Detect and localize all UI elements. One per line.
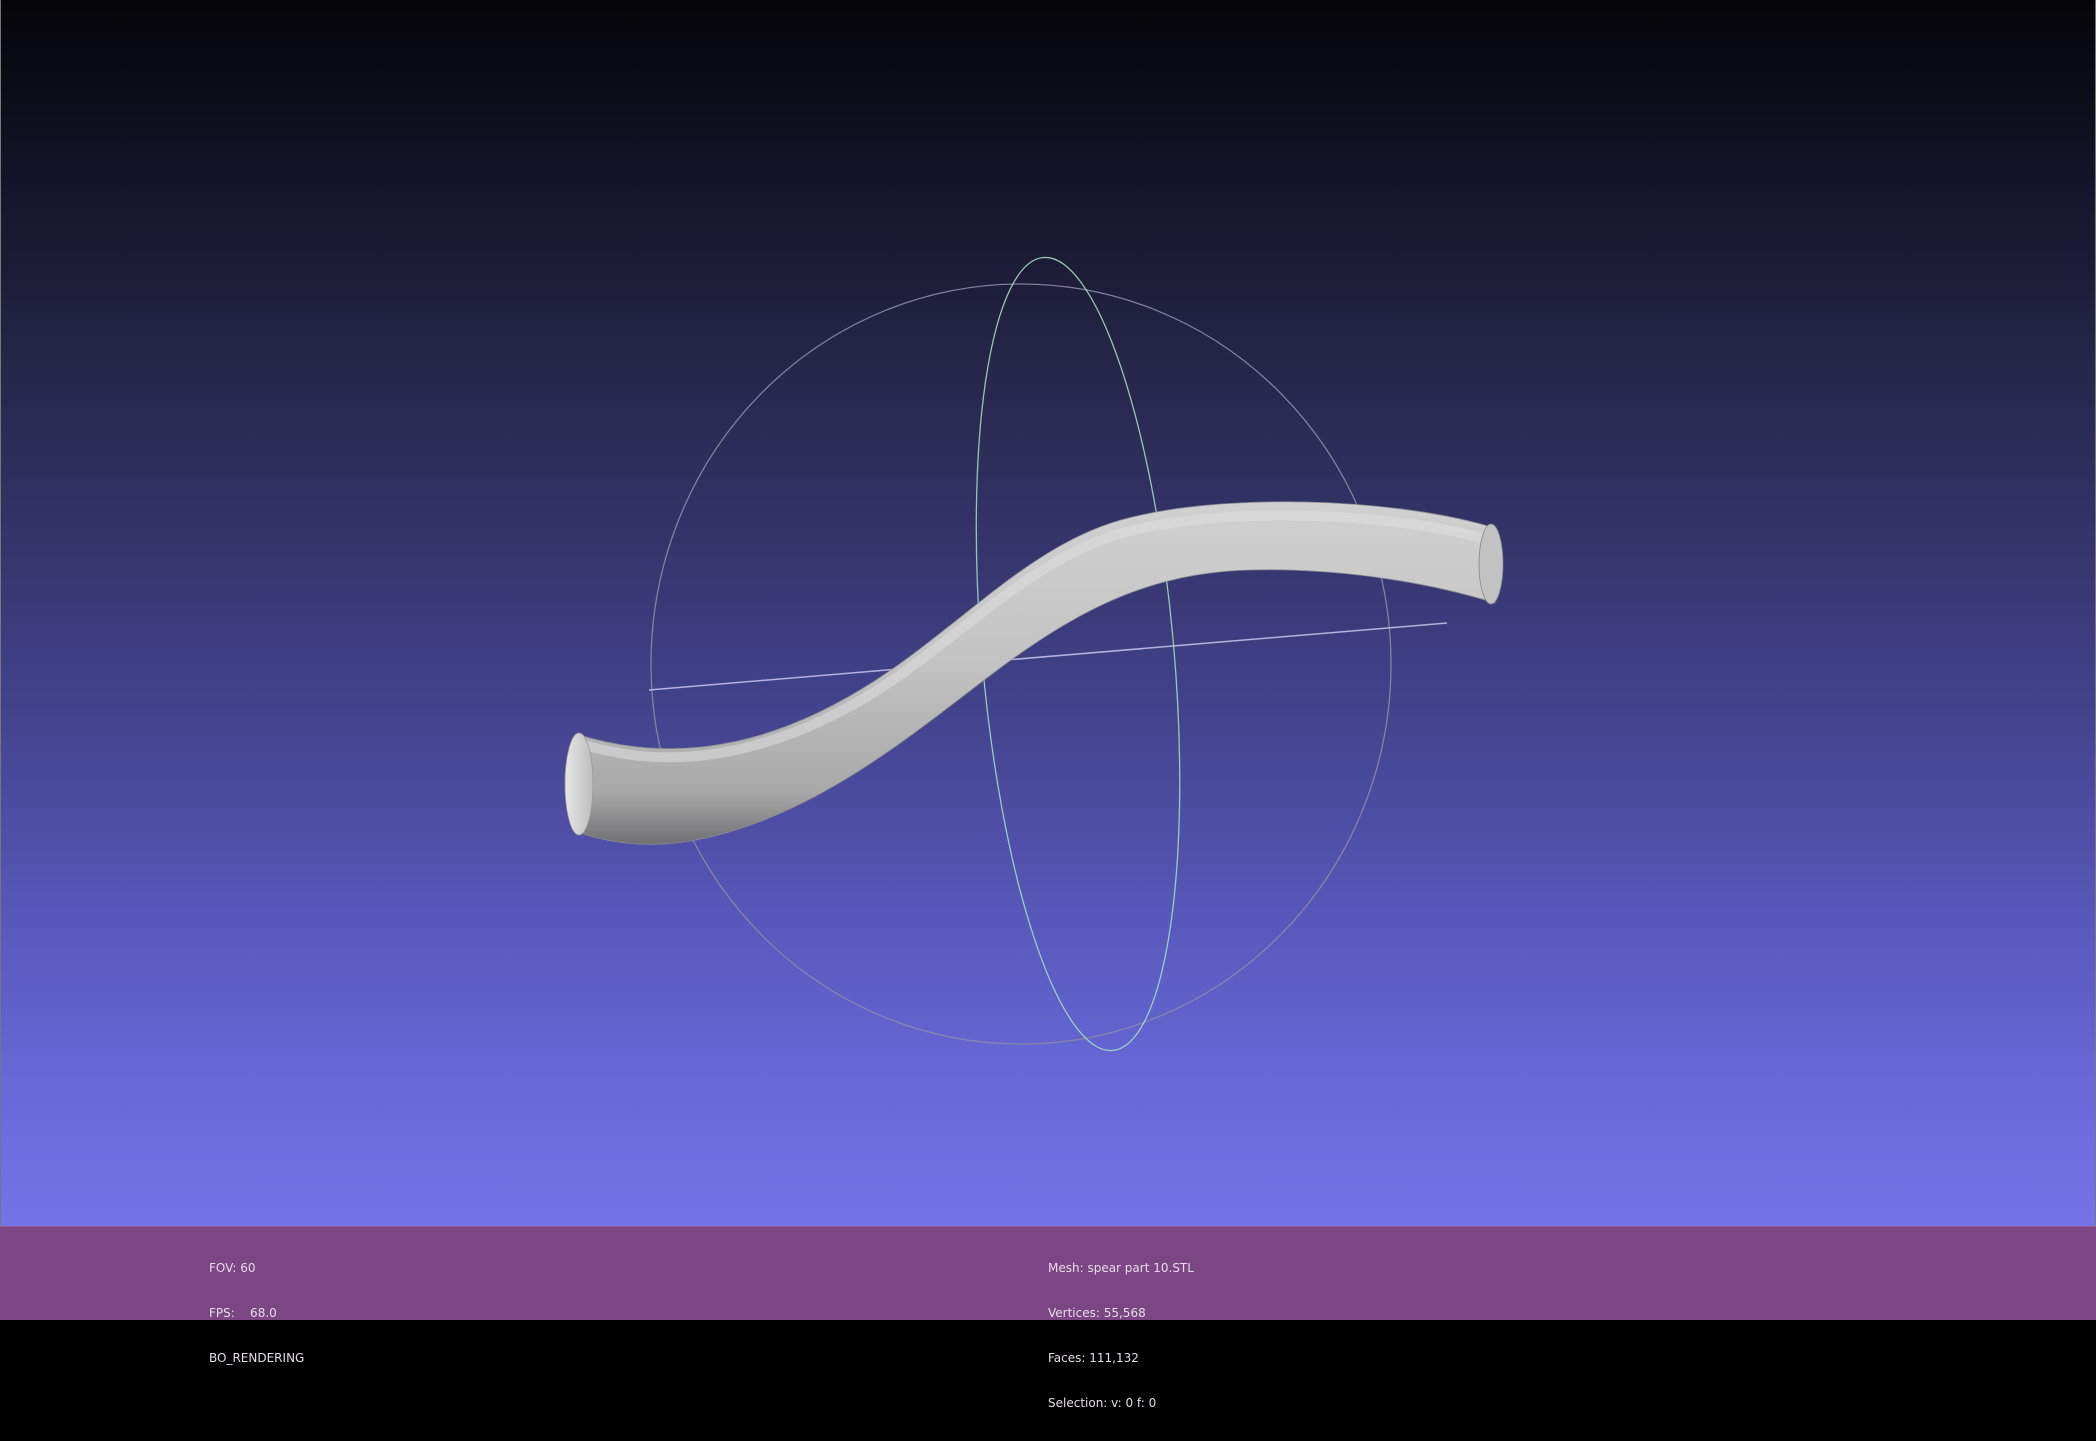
selection-readout: Selection: v: 0 f: 0 bbox=[1048, 1396, 1157, 1410]
scene-canvas[interactable] bbox=[1, 0, 2096, 1226]
mesh-left-cap bbox=[564, 732, 594, 836]
mesh-spear-part[interactable] bbox=[564, 501, 1504, 845]
trackball-outer-ring bbox=[650, 283, 1392, 1045]
status-info-bar: FOV: 60 FPS: 68.0 BO_RENDERING Mesh: spe… bbox=[0, 1226, 2096, 1410]
mesh-info-panel: Mesh: spear part 10.STL Vertices: 55,568… bbox=[1048, 1231, 1194, 1441]
mesh-right-cap bbox=[1478, 523, 1504, 605]
render-mode-readout: BO_RENDERING bbox=[209, 1351, 305, 1365]
vertices-readout: Vertices: 55,568 bbox=[1048, 1306, 1146, 1320]
3d-viewport[interactable] bbox=[0, 0, 2096, 1226]
fps-readout: FPS: 68.0 bbox=[209, 1306, 277, 1320]
mesh-name-readout: Mesh: spear part 10.STL bbox=[1048, 1261, 1194, 1275]
faces-readout: Faces: 111,132 bbox=[1048, 1351, 1139, 1365]
render-info-panel: FOV: 60 FPS: 68.0 BO_RENDERING bbox=[209, 1231, 304, 1396]
fov-readout: FOV: 60 bbox=[209, 1261, 256, 1275]
